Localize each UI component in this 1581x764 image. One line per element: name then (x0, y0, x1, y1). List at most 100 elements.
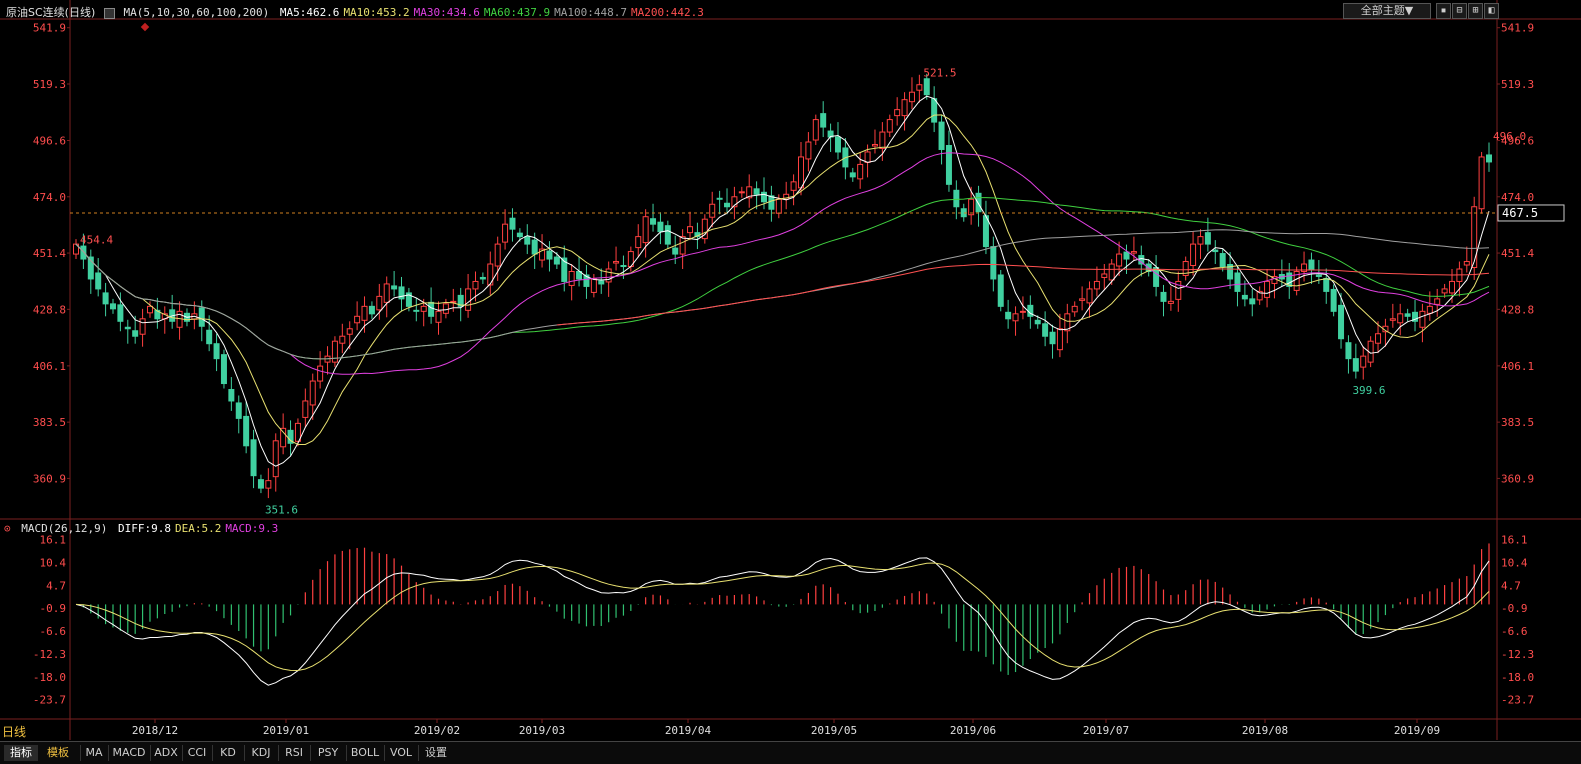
macd-y-tick-label: -23.7 (33, 694, 66, 707)
macd-header: ⊙ MACD(26,12,9) DIFF:9.8 DEA:5.2 MACD:9.3 (4, 522, 278, 535)
candle-body (280, 427, 287, 448)
candle-body (1219, 253, 1226, 268)
candle-body (864, 151, 871, 163)
candle-body (1486, 154, 1492, 163)
bottom-tab[interactable]: 设置 (418, 745, 453, 761)
candle-body (975, 192, 982, 213)
bottom-tab[interactable]: CCI (182, 745, 211, 761)
window-control-icon[interactable]: ⊟ (1452, 3, 1467, 19)
window-control-icon[interactable]: ⊞ (1468, 3, 1483, 19)
y-tick-label: 451.4 (1501, 247, 1534, 260)
bottom-tab[interactable]: RSI (278, 745, 309, 761)
candle-body (657, 221, 664, 233)
candle-body (361, 305, 368, 321)
candle-body (220, 354, 227, 385)
y-tick-label: 428.8 (1501, 303, 1534, 316)
y-tick-label: 519.3 (1501, 78, 1534, 91)
candle-body (687, 226, 694, 234)
x-tick-label: 2019/01 (263, 724, 309, 737)
y-tick-label: 360.9 (1501, 472, 1534, 485)
ma-value: MA200:442.3 (631, 6, 704, 19)
candle-body (213, 343, 220, 360)
candle-body (1167, 300, 1174, 304)
candle-body (968, 198, 975, 216)
bottom-tab[interactable]: PSY (310, 745, 345, 761)
settings-icon[interactable]: ⊙ (4, 522, 11, 535)
ma-indicator-icon[interactable] (103, 7, 115, 19)
candle-body (620, 265, 627, 268)
x-tick-label: 2019/09 (1394, 724, 1440, 737)
macd-value: MACD:9.3 (225, 522, 279, 535)
candle-body (1130, 251, 1137, 254)
candle-body (761, 191, 768, 203)
candle-body (1012, 313, 1019, 322)
candle-body (139, 318, 146, 335)
x-tick-label: 2019/03 (519, 724, 565, 737)
period-label[interactable]: 日线 (2, 723, 26, 740)
candle-body (916, 84, 923, 91)
candle-body (938, 121, 945, 150)
candle-body (1034, 319, 1041, 325)
candle-body (953, 189, 960, 208)
candle-body (945, 144, 952, 185)
theme-dropdown-button[interactable]: 全部主题▼ (1343, 3, 1431, 19)
candle-body (1434, 298, 1441, 305)
candle-body (1478, 156, 1485, 210)
candle-body (472, 280, 479, 290)
window-control-icon[interactable]: ▪ (1436, 3, 1451, 19)
bottom-tab[interactable]: KDJ (244, 745, 277, 761)
y-tick-label: 474.0 (33, 191, 66, 204)
bottom-tab[interactable]: VOL (384, 745, 417, 761)
bottom-tab[interactable]: 模板 (40, 745, 76, 761)
price-annotation: 521.5 (923, 67, 956, 80)
macd-y-tick-label: -0.9 (1501, 602, 1528, 615)
candle-body (1308, 259, 1315, 270)
candle-body (272, 440, 279, 478)
candle-body (250, 439, 257, 477)
y-tick-label: 451.4 (33, 247, 66, 260)
candle-body (391, 285, 398, 290)
ma-spec: MA(5,10,30,60,100,200) (123, 6, 270, 19)
macd-y-tick-label: -12.3 (1501, 648, 1534, 661)
candle-body (383, 283, 390, 303)
candle-body (1449, 280, 1456, 294)
chart-svg[interactable]: 541.9 541.9519.3 519.3496.6 496.6474.0 474.0… (0, 0, 1581, 763)
bottom-tab[interactable]: KD (212, 745, 243, 761)
candle-body (642, 216, 649, 244)
y-tick-label: 383.5 (1501, 416, 1534, 429)
candle-body (931, 98, 938, 123)
candle-body (302, 400, 309, 418)
bottom-tab[interactable]: MA (80, 745, 107, 761)
y-tick-label: 541.9 (1501, 22, 1534, 35)
candle-body (124, 326, 131, 330)
candle-body (317, 365, 324, 382)
bottom-tab[interactable]: MACD (108, 745, 149, 761)
candle-body (479, 276, 486, 280)
instrument-title[interactable]: 原油SC连续(日线) (6, 6, 95, 19)
x-tick-label: 2019/04 (665, 724, 712, 737)
bottom-tab[interactable]: BOLL (346, 745, 383, 761)
candle-body (235, 402, 242, 419)
candle-body (109, 303, 116, 310)
candle-body (805, 141, 812, 160)
y-tick-label: 496.6 (33, 135, 66, 148)
candle-body (879, 131, 886, 149)
ma-value: MA10:453.2 (343, 6, 410, 19)
y-tick-label: 474.0 (1501, 191, 1534, 204)
candle-body (198, 307, 205, 327)
window-control-icon[interactable]: ◧ (1484, 3, 1499, 19)
candle-body (1042, 323, 1049, 337)
candle-body (716, 197, 723, 200)
candle-body (1330, 288, 1337, 312)
bottom-tab[interactable]: ADX (150, 745, 181, 761)
bottom-tab[interactable]: 指标 (4, 745, 38, 761)
candle-body (1426, 305, 1433, 314)
candle-body (1116, 253, 1123, 267)
candle-body (265, 480, 272, 489)
candle-body (331, 340, 338, 363)
candle-body (753, 188, 760, 195)
y-tick-label: 383.5 (33, 416, 66, 429)
candle-body (435, 310, 442, 323)
macd-y-tick-label: -0.9 (40, 602, 67, 615)
candle-body (450, 300, 457, 303)
